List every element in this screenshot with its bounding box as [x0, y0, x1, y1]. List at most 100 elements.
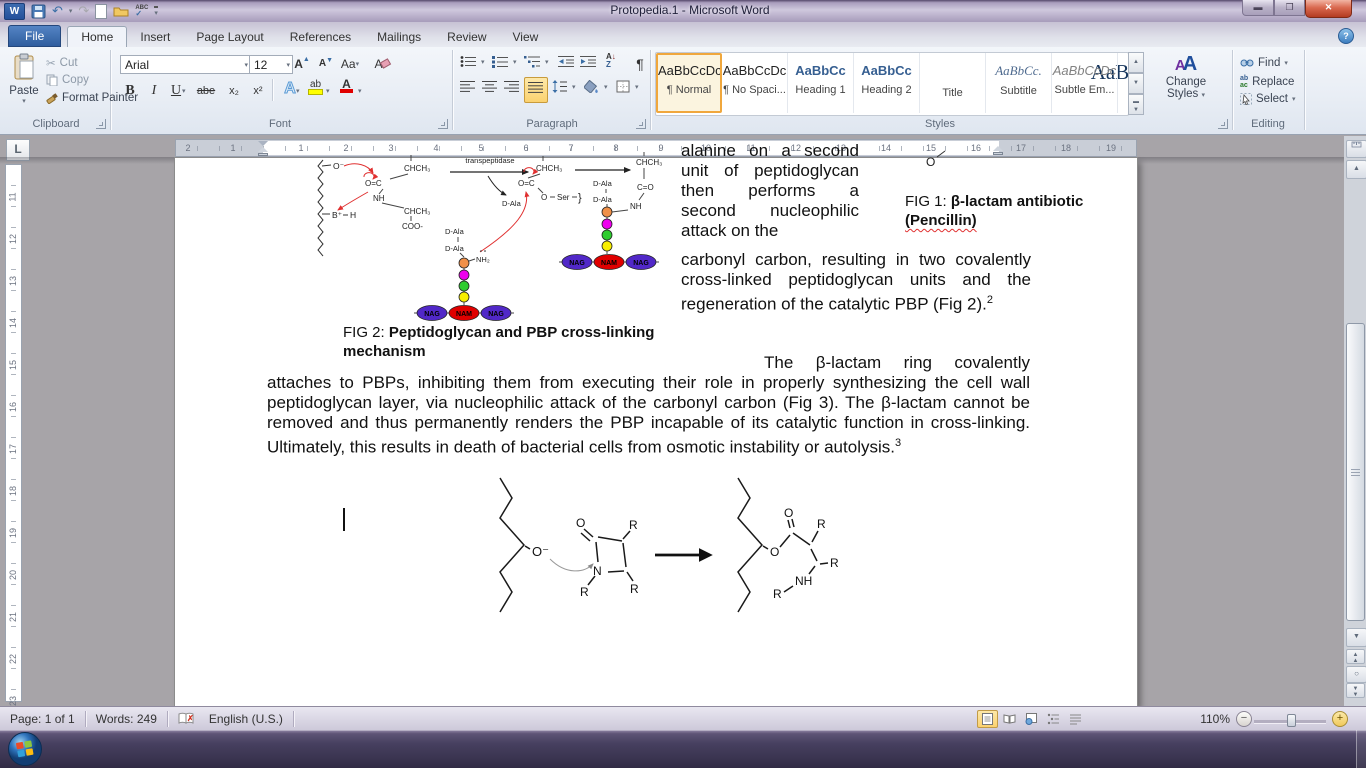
scrollbar-thumb[interactable]: [1346, 323, 1365, 621]
tab-file[interactable]: File: [8, 25, 61, 47]
clear-formatting-button[interactable]: A: [372, 54, 392, 73]
style-heading-1[interactable]: AaBbCcHeading 1: [788, 53, 854, 113]
underline-dropdown-icon[interactable]: ▾: [182, 87, 186, 95]
save-icon[interactable]: [31, 4, 46, 19]
multilevel-list-button[interactable]: ▾: [524, 55, 549, 68]
change-case-button[interactable]: Aa▾: [340, 54, 360, 73]
show-hide-pilcrow-button[interactable]: ¶: [630, 54, 650, 73]
strikethrough-button[interactable]: abe: [196, 81, 216, 100]
vertical-ruler[interactable]: 11121314151617181920212223: [5, 164, 22, 702]
subscript-button[interactable]: x₂: [224, 81, 244, 100]
font-name-combo[interactable]: Arial▾: [120, 55, 251, 74]
replace-button[interactable]: abacReplace: [1240, 75, 1294, 89]
proofing-errors-icon[interactable]: ✗: [178, 712, 195, 725]
font-color-dropdown-icon[interactable]: ▾: [358, 87, 362, 95]
zoom-in-icon[interactable]: +: [1332, 711, 1348, 727]
align-right-icon: [504, 80, 520, 93]
increase-indent-button[interactable]: [580, 55, 597, 73]
paste-button[interactable]: Paste ▾: [6, 53, 42, 105]
previous-page-icon[interactable]: ▲▲: [1346, 649, 1365, 664]
sort-button[interactable]: A↓Z: [606, 53, 616, 69]
superscript-button[interactable]: x²: [248, 81, 268, 100]
tab-mailings[interactable]: Mailings: [364, 27, 434, 47]
ruler-mark: 14: [8, 318, 18, 328]
bold-button[interactable]: B: [120, 81, 140, 100]
font-color-button[interactable]: A: [340, 78, 353, 93]
text-effects-dropdown-icon[interactable]: ▾: [296, 87, 300, 95]
select-button[interactable]: Select▾: [1240, 93, 1295, 105]
styles-more-icon[interactable]: ▬▼: [1128, 94, 1144, 115]
show-desktop-button[interactable]: [1356, 730, 1366, 768]
find-button[interactable]: Find▾: [1240, 57, 1288, 69]
qat-more-icon[interactable]: ▾: [154, 6, 158, 17]
scroll-down-icon[interactable]: ▼: [1346, 628, 1366, 647]
tab-page-layout[interactable]: Page Layout: [183, 27, 276, 47]
cut-button[interactable]: ✂Cut: [46, 56, 78, 70]
paragraph-dialog-launcher-icon[interactable]: [636, 119, 646, 129]
styles-scroll-up-icon[interactable]: ▲: [1128, 52, 1144, 73]
styles-dialog-launcher-icon[interactable]: [1218, 119, 1228, 129]
open-folder-icon[interactable]: [113, 5, 129, 17]
style-subtle-em[interactable]: AaBbCcDcSubtle Em...: [1052, 53, 1118, 113]
style-normal[interactable]: AaBbCcDc¶ Normal: [656, 53, 722, 113]
page-indicator[interactable]: Page: 1 of 1: [10, 712, 75, 726]
line-spacing-button[interactable]: ▾: [552, 80, 576, 93]
font-dialog-launcher-icon[interactable]: [438, 119, 448, 129]
svg-text:B⁺: B⁺: [332, 210, 343, 220]
style-no-spaci[interactable]: AaBbCcDc¶ No Spaci...: [722, 53, 788, 113]
next-page-icon[interactable]: ▼▼: [1346, 683, 1365, 698]
print-layout-view-icon[interactable]: [977, 710, 998, 728]
italic-button[interactable]: I: [144, 81, 164, 100]
new-document-icon[interactable]: [95, 4, 107, 19]
clipboard-dialog-launcher-icon[interactable]: [96, 119, 106, 129]
select-browse-object-icon[interactable]: ○: [1346, 666, 1366, 683]
align-right-button[interactable]: [504, 80, 520, 98]
ruler-toggle-button[interactable]: [1346, 140, 1366, 158]
help-icon[interactable]: ?: [1338, 28, 1354, 44]
close-button[interactable]: ✕: [1305, 0, 1352, 18]
shading-button[interactable]: ▾: [584, 80, 608, 93]
tab-home[interactable]: Home: [67, 26, 127, 47]
shrink-font-button[interactable]: A▼: [316, 54, 336, 73]
copy-button[interactable]: Copy: [46, 74, 89, 86]
spelling-icon[interactable]: ABC✓: [135, 5, 148, 18]
style-heading-2[interactable]: AaBbCcHeading 2: [854, 53, 920, 113]
tab-view[interactable]: View: [500, 27, 552, 47]
highlight-button[interactable]: ab: [308, 80, 323, 95]
align-center-button[interactable]: [482, 80, 498, 98]
start-button[interactable]: [7, 731, 43, 767]
style-subtitle[interactable]: AaBbCc.Subtitle: [986, 53, 1052, 113]
undo-icon[interactable]: ↶: [52, 3, 63, 19]
bullets-button[interactable]: ▾: [460, 55, 485, 68]
scroll-up-icon[interactable]: ▲: [1346, 160, 1366, 179]
web-layout-view-icon[interactable]: [1021, 710, 1042, 728]
restore-button[interactable]: ❐: [1274, 0, 1305, 16]
styles-scroll-down-icon[interactable]: ▼: [1128, 73, 1144, 94]
language-indicator[interactable]: English (U.S.): [209, 712, 283, 726]
full-screen-reading-view-icon[interactable]: [999, 710, 1020, 728]
decrease-indent-button[interactable]: [558, 55, 575, 73]
zoom-slider-thumb[interactable]: [1287, 714, 1296, 727]
numbering-button[interactable]: ▾: [492, 55, 517, 68]
borders-button[interactable]: ▾: [616, 80, 639, 93]
undo-dropdown-icon[interactable]: ▾: [69, 7, 73, 15]
justify-button[interactable]: [524, 77, 548, 103]
window-controls: ▬ ❐ ✕: [1242, 0, 1352, 18]
grow-font-button[interactable]: A▲: [292, 54, 312, 73]
minimize-button[interactable]: ▬: [1242, 0, 1274, 16]
word-window-icon[interactable]: W: [4, 3, 25, 20]
change-styles-button[interactable]: AA ChangeStyles ▾: [1150, 53, 1222, 100]
align-left-button[interactable]: [460, 80, 476, 98]
zoom-level[interactable]: 110%: [1200, 712, 1230, 726]
tab-insert[interactable]: Insert: [127, 27, 183, 47]
style-title[interactable]: AaBTitle: [920, 53, 986, 113]
word-count[interactable]: Words: 249: [96, 712, 157, 726]
font-size-combo[interactable]: 12▾: [249, 55, 293, 74]
tab-references[interactable]: References: [277, 27, 364, 47]
highlight-dropdown-icon[interactable]: ▾: [326, 87, 330, 95]
tab-review[interactable]: Review: [434, 27, 499, 47]
decrease-indent-icon: [558, 55, 575, 68]
draft-view-icon[interactable]: [1065, 710, 1086, 728]
zoom-out-icon[interactable]: −: [1236, 711, 1252, 727]
outline-view-icon[interactable]: [1043, 710, 1064, 728]
